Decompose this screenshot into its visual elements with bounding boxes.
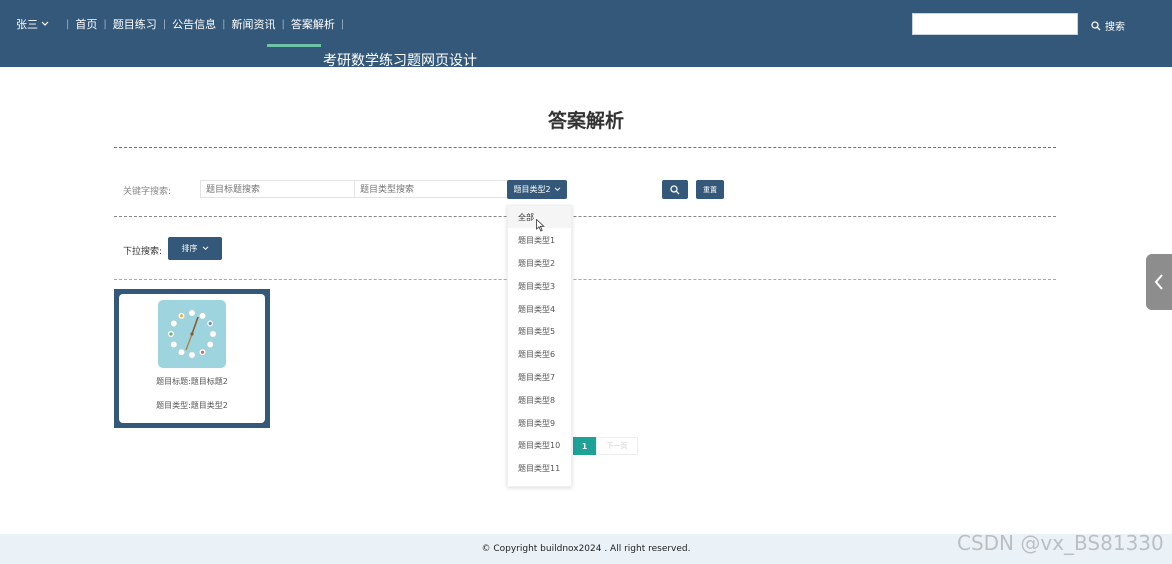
- nav-separator: |: [340, 18, 345, 30]
- chevron-down-icon: [202, 246, 208, 251]
- header-search-input[interactable]: [912, 13, 1078, 35]
- card-body: 题目标题:题目标题2 题目类型:题目类型2: [119, 294, 265, 423]
- chevron-down-icon: [554, 187, 560, 192]
- dropdown-option[interactable]: 题目类型5: [508, 320, 571, 342]
- watermark: CSDN @vx_BS81330: [957, 531, 1164, 555]
- chevron-left-icon: [1154, 274, 1163, 290]
- dropdown-option[interactable]: 题目类型9: [508, 412, 571, 434]
- dropdown-search-label: 下拉搜索:: [123, 247, 163, 257]
- title-search-input[interactable]: [200, 180, 355, 198]
- nav-practice[interactable]: 题目练习: [113, 16, 157, 32]
- type-search-input[interactable]: [354, 180, 508, 198]
- keyword-label: 关键字搜索:: [123, 187, 172, 197]
- nav-news[interactable]: 新闻资讯: [232, 16, 276, 32]
- mouse-pointer-icon: [536, 219, 545, 232]
- nav-home[interactable]: 首页: [75, 16, 97, 32]
- user-menu[interactable]: 张三: [16, 16, 49, 32]
- filter-divider: [114, 216, 1056, 217]
- dropdown-option[interactable]: 题目类型3: [508, 275, 571, 297]
- dropdown-option[interactable]: 题目类型10: [508, 434, 571, 456]
- type-dropdown-menu: 全部 题目类型1 题目类型2 题目类型3 题目类型4 题目类型5 题目类型6 题…: [507, 205, 572, 487]
- pagination-next-button[interactable]: 下一页: [596, 437, 638, 455]
- clock-illustration-icon: [167, 309, 217, 359]
- nav-separator: |: [222, 18, 226, 30]
- dropdown-option[interactable]: 题目类型4: [508, 298, 571, 320]
- dropdown-option[interactable]: 题目类型6: [508, 343, 571, 365]
- card-thumbnail: [158, 300, 226, 368]
- nav-answers[interactable]: 答案解析: [291, 16, 335, 32]
- search-icon: [1091, 20, 1101, 30]
- header-search-button[interactable]: 搜索: [1091, 18, 1125, 33]
- nav-separator: |: [162, 18, 167, 30]
- active-nav-indicator: [267, 44, 321, 47]
- answer-card[interactable]: 题目标题:题目标题2 题目类型:题目类型2: [114, 289, 270, 428]
- card-title: 题目标题:题目标题2: [156, 377, 228, 386]
- sort-button[interactable]: 排序: [168, 237, 222, 260]
- type-select-button[interactable]: 题目类型2: [507, 180, 567, 199]
- side-panel-toggle[interactable]: [1146, 254, 1172, 310]
- page-title: 答案解析: [547, 110, 624, 132]
- site-title: 考研数学练习题网页设计: [323, 53, 477, 69]
- nav-separator: |: [281, 18, 285, 30]
- main-nav: | 首页 | 题目练习 | 公告信息 | 新闻资讯 | 答案解析 |: [60, 16, 350, 32]
- top-nav-bar: 张三 | 首页 | 题目练习 | 公告信息 | 新闻资讯 | 答案解析 | 考研…: [0, 0, 1172, 69]
- user-name: 张三: [16, 18, 38, 31]
- search-icon: [670, 184, 680, 194]
- dropdown-option[interactable]: 题目类型1: [508, 229, 571, 251]
- search-label: 搜索: [1105, 22, 1125, 33]
- card-type: 题目类型:题目类型2: [156, 401, 228, 410]
- filter-search-button[interactable]: [662, 180, 688, 199]
- pagination-current-page[interactable]: 1: [573, 437, 596, 455]
- dropdown-option[interactable]: 题目类型2: [508, 252, 571, 274]
- type-select-label: 题目类型2: [513, 185, 551, 194]
- title-divider: [114, 147, 1056, 148]
- sort-divider: [114, 279, 1056, 280]
- nav-separator: |: [66, 18, 70, 30]
- nav-separator: |: [103, 18, 107, 30]
- nav-notice[interactable]: 公告信息: [172, 16, 216, 32]
- chevron-down-icon: [41, 21, 49, 26]
- sort-label: 排序: [181, 244, 198, 253]
- reset-button[interactable]: 重置: [696, 180, 724, 199]
- dropdown-option[interactable]: 题目类型11: [508, 457, 571, 479]
- dropdown-option[interactable]: 题目类型7: [508, 366, 571, 388]
- dropdown-option[interactable]: 题目类型8: [508, 389, 571, 411]
